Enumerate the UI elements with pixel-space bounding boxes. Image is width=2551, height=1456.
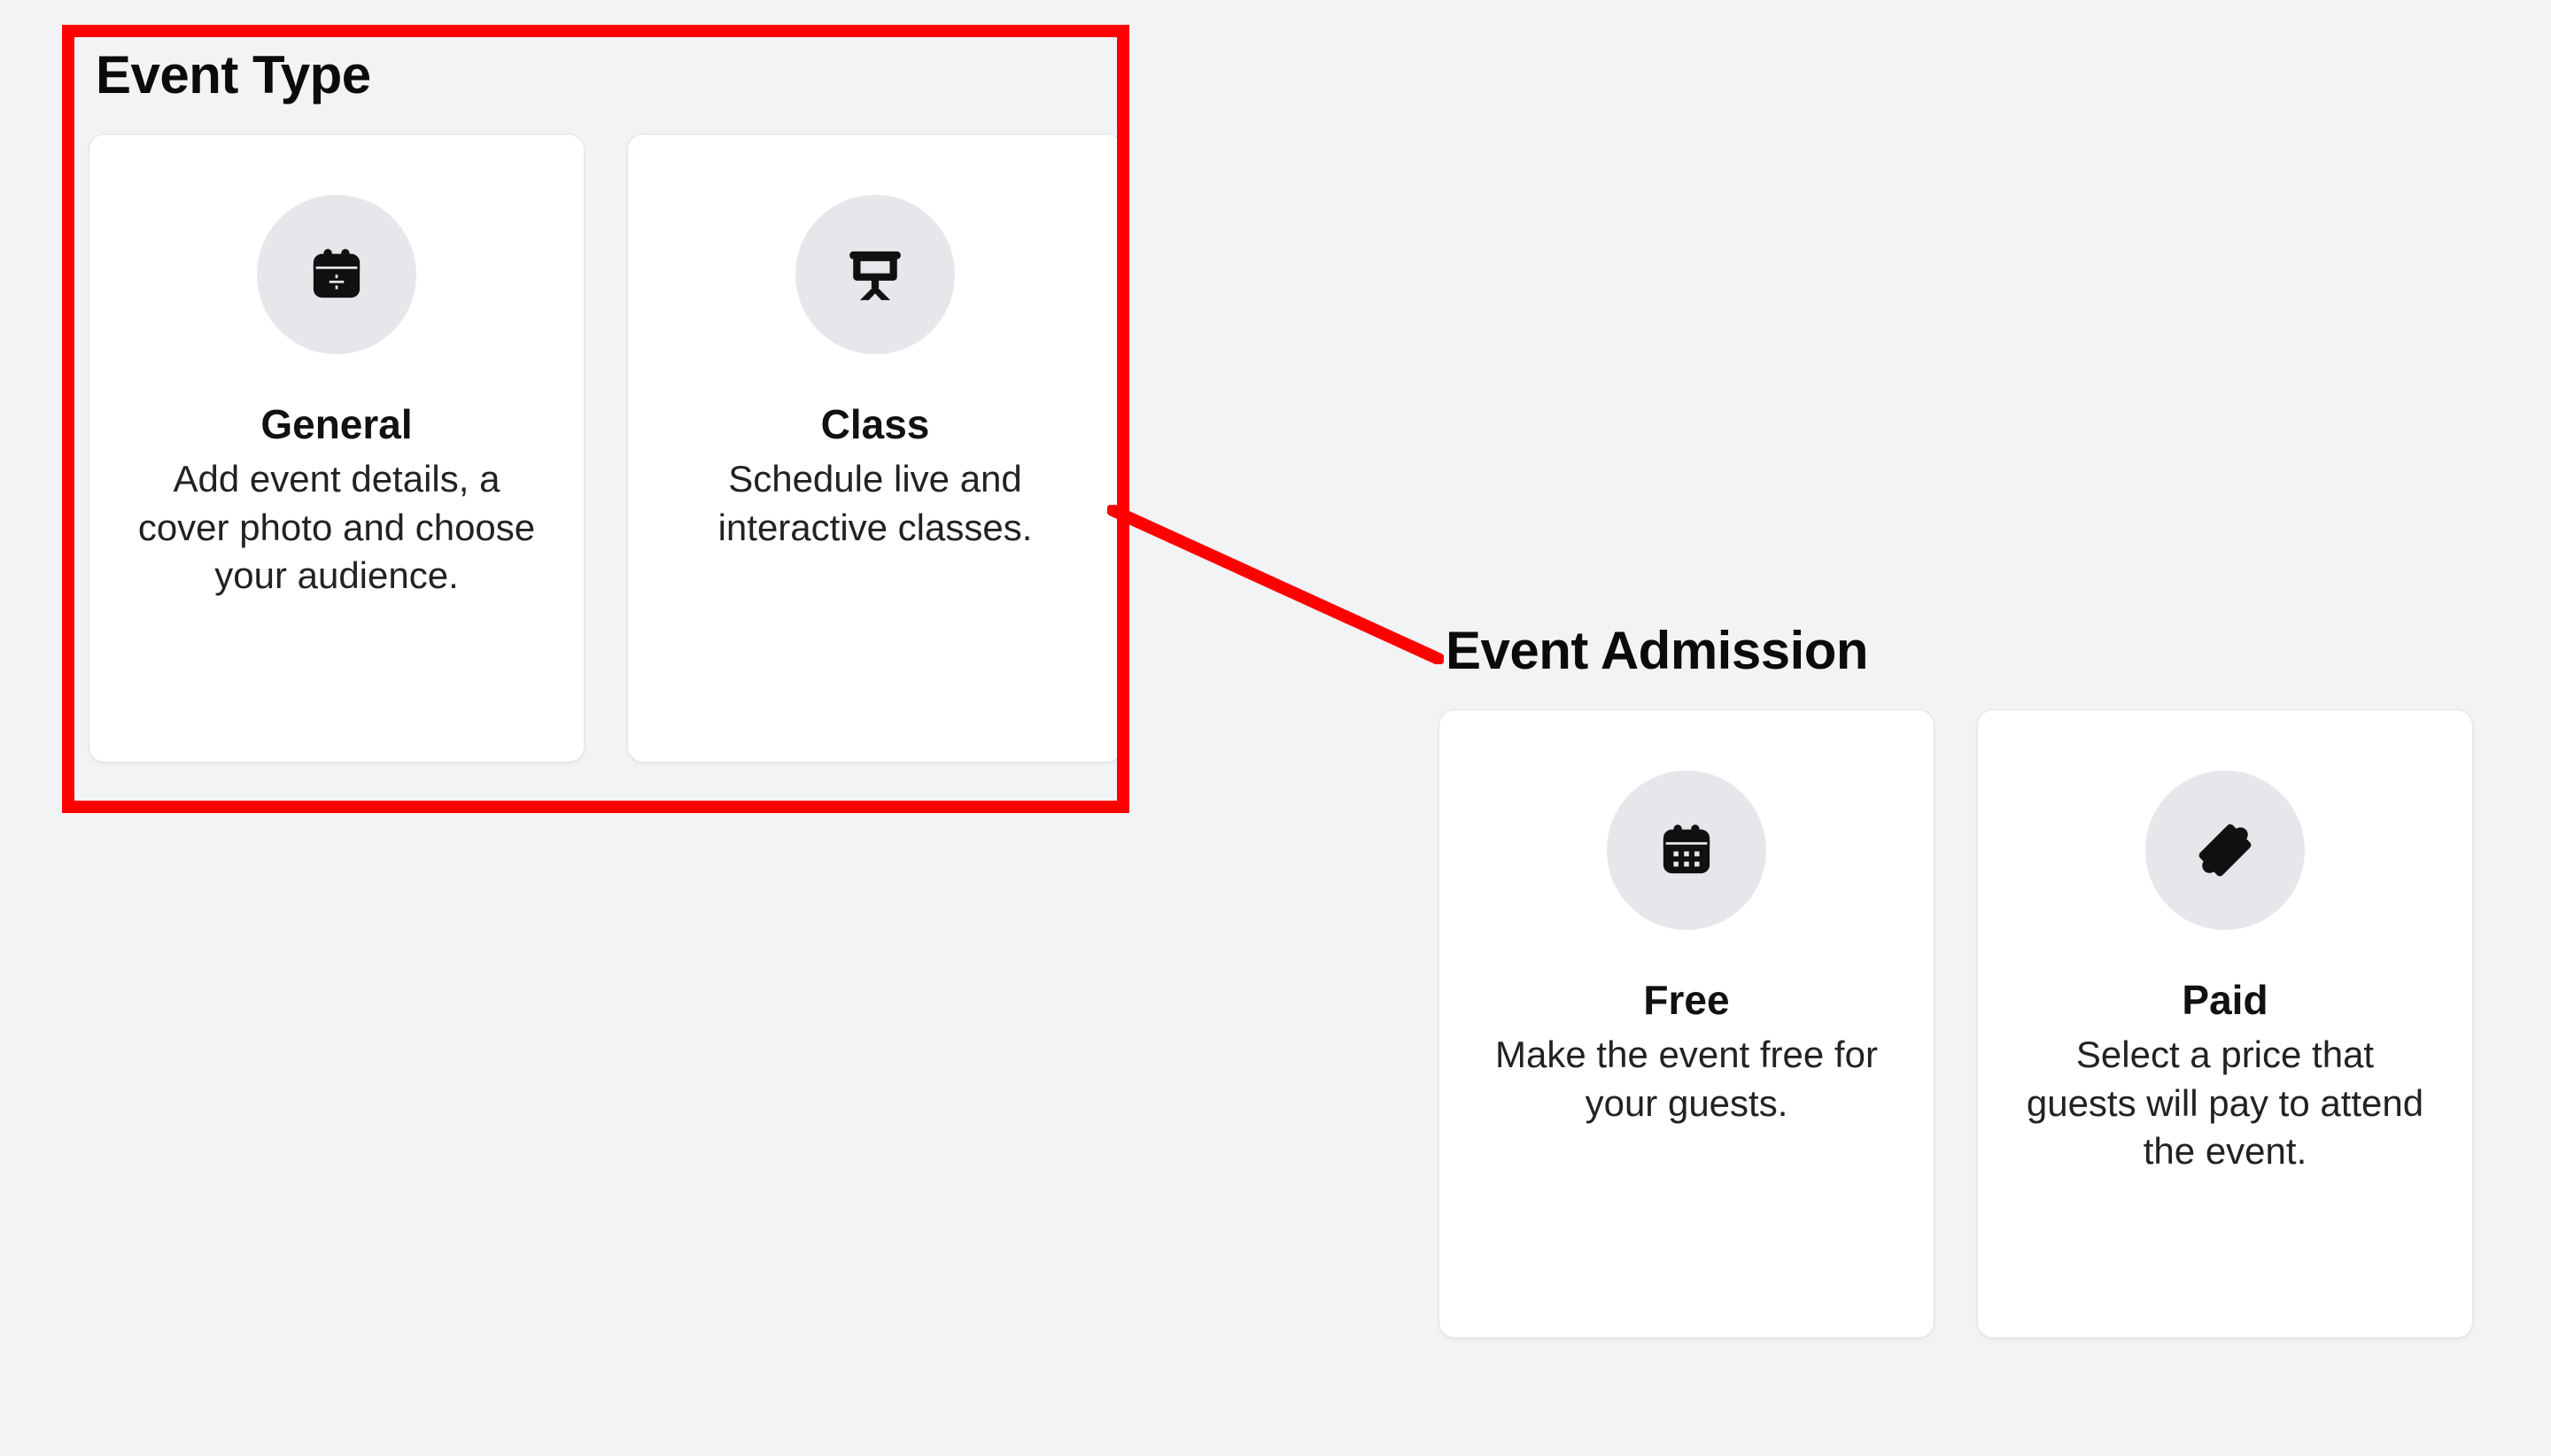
event-type-general-card[interactable]: General Add event details, a cover photo…	[89, 134, 585, 763]
event-type-general-desc: Add event details, a cover photo and cho…	[128, 455, 545, 600]
event-admission-paid-card[interactable]: Paid Select a price that guests will pay…	[1977, 709, 2473, 1338]
event-admission-free-card[interactable]: Free Make the event free for your guests…	[1438, 709, 1935, 1338]
event-type-section: Event Type General Add event details, a …	[89, 44, 1123, 763]
event-type-class-card[interactable]: Class Schedule live and interactive clas…	[627, 134, 1123, 763]
event-admission-card-row: Free Make the event free for your guests…	[1438, 709, 2473, 1338]
event-admission-paid-title: Paid	[2182, 976, 2268, 1024]
event-admission-free-desc: Make the event free for your guests.	[1478, 1031, 1895, 1127]
annotation-connector-line	[1107, 505, 1444, 664]
event-admission-free-title: Free	[1643, 976, 1729, 1024]
event-type-class-title: Class	[821, 400, 930, 448]
event-admission-paid-desc: Select a price that guests will pay to a…	[2017, 1031, 2433, 1176]
event-type-general-title: General	[260, 400, 412, 448]
event-admission-heading: Event Admission	[1446, 620, 2473, 681]
ticket-icon	[2145, 771, 2305, 930]
calendar-grid-icon	[1607, 771, 1766, 930]
calendar-plus-icon	[257, 195, 416, 354]
presentation-board-icon	[795, 195, 955, 354]
event-type-class-desc: Schedule live and interactive classes.	[667, 455, 1083, 552]
event-type-card-row: General Add event details, a cover photo…	[89, 134, 1123, 763]
event-type-heading: Event Type	[96, 44, 1123, 105]
event-admission-section: Event Admission Free Make the ev	[1438, 620, 2473, 1338]
